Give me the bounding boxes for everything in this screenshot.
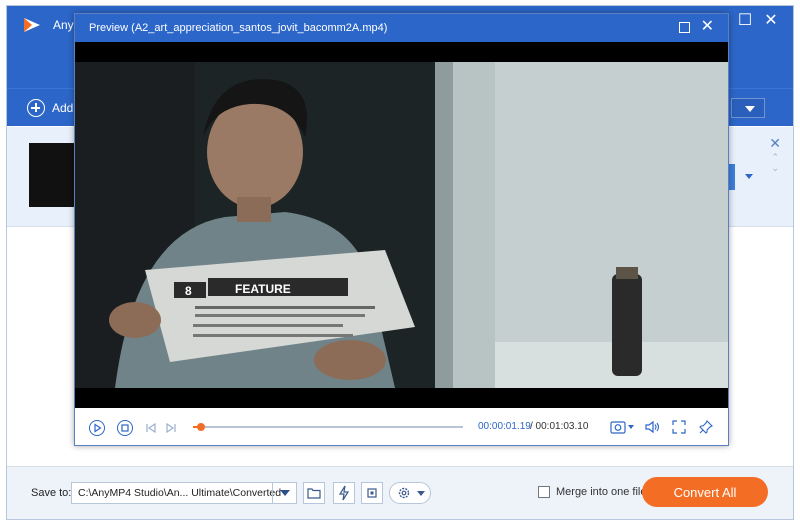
snapshot-icon[interactable] <box>610 420 636 434</box>
merge-label: Merge into one file <box>556 486 647 498</box>
move-up-icon[interactable]: ⌃ <box>771 152 779 163</box>
previous-frame-icon[interactable] <box>145 422 157 434</box>
gear-icon <box>398 487 410 499</box>
merge-checkbox[interactable]: Merge into one file <box>538 486 647 498</box>
close-icon[interactable]: ✕ <box>701 18 714 36</box>
chevron-down-icon <box>417 491 425 496</box>
bottom-bar: Save to: C:\AnyMP4 Studio\An... Ultimate… <box>7 466 793 519</box>
chevron-down-icon[interactable] <box>745 174 753 179</box>
save-path-dropdown[interactable] <box>272 483 296 503</box>
progress-handle[interactable] <box>197 423 206 431</box>
save-path-field[interactable]: C:\AnyMP4 Studio\An... Ultimate\Converte… <box>71 482 297 504</box>
maximize-icon[interactable]: ☐ <box>735 12 755 32</box>
current-time: 00:00:01.19 <box>478 421 531 432</box>
video-frame[interactable]: 8 FEATURE <box>75 42 728 408</box>
maximize-icon[interactable] <box>679 22 690 33</box>
settings-button[interactable] <box>389 482 431 504</box>
preview-titlebar: Preview (A2_art_appreciation_santos_jovi… <box>75 14 728 42</box>
save-to-label: Save to: <box>31 487 72 499</box>
play-button[interactable] <box>89 420 105 436</box>
play-icon <box>94 423 102 433</box>
pin-icon[interactable] <box>699 420 713 434</box>
save-path-value: C:\AnyMP4 Studio\An... Ultimate\Converte… <box>78 487 282 499</box>
newspaper-number: 8 <box>185 284 192 298</box>
remove-file-icon[interactable]: ✕ <box>769 135 781 152</box>
video-scene: 8 FEATURE <box>75 42 728 408</box>
app-logo-icon <box>24 18 40 32</box>
newspaper-heading: FEATURE <box>235 282 291 296</box>
close-icon[interactable]: ✕ <box>761 12 781 32</box>
volume-icon[interactable] <box>645 420 661 434</box>
checkbox-box[interactable] <box>538 486 550 498</box>
convert-all-format-dropdown[interactable] <box>731 98 765 118</box>
cpu-off-icon <box>367 488 377 498</box>
player-controls: 00:00:01.19 / 00:01:03.10 <box>75 410 728 445</box>
fullscreen-icon[interactable] <box>672 420 686 434</box>
move-down-icon[interactable]: ⌄ <box>771 163 779 174</box>
folder-icon <box>307 488 321 499</box>
lightning-off-icon <box>338 485 350 501</box>
plus-circle-icon <box>27 99 45 117</box>
preview-title: Preview (A2_art_appreciation_santos_jovi… <box>89 22 388 34</box>
gpu-acceleration-button[interactable] <box>361 482 383 504</box>
hardware-acceleration-button[interactable] <box>333 482 355 504</box>
open-folder-button[interactable] <box>303 482 325 504</box>
progress-slider[interactable] <box>193 423 463 431</box>
stop-icon <box>121 424 129 432</box>
next-frame-icon[interactable] <box>165 422 177 434</box>
total-time: / 00:01:03.10 <box>530 421 589 432</box>
convert-all-button[interactable]: Convert All <box>642 477 768 507</box>
preview-window: Preview (A2_art_appreciation_santos_jovi… <box>74 13 729 446</box>
stop-button[interactable] <box>117 420 133 436</box>
